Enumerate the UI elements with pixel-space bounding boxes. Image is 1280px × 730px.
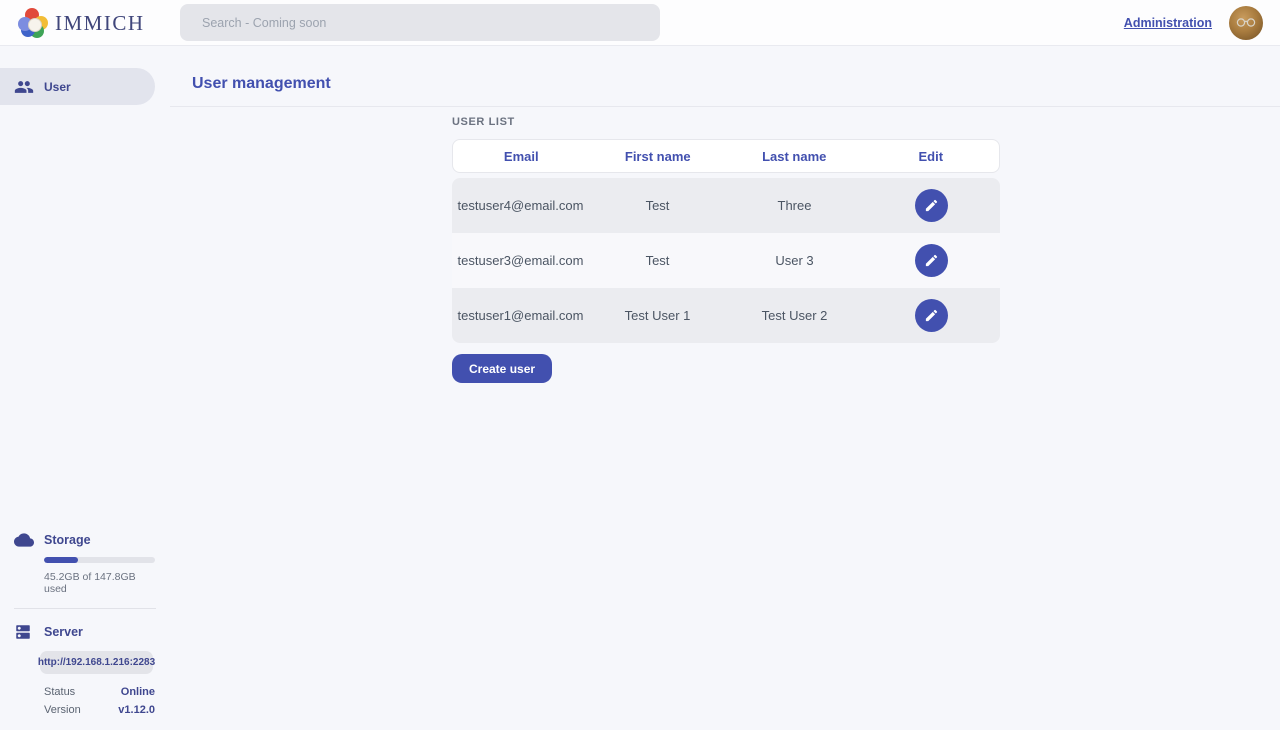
table-row: testuser4@email.com Test Three <box>452 178 1000 233</box>
col-header-edit: Edit <box>863 149 1000 164</box>
server-icon <box>14 622 34 642</box>
app-header: IMMICH Administration <box>0 0 1280 46</box>
immich-logo-icon <box>18 8 48 38</box>
search-input[interactable] <box>180 4 660 41</box>
table-header-row: Email First name Last name Edit <box>452 139 1000 173</box>
sidebar-status-panel: Storage 45.2GB of 147.8GB used Server ht… <box>0 530 170 716</box>
storage-title: Storage <box>44 533 91 547</box>
cell-last-name: Three <box>726 198 863 213</box>
immich-app: IMMICH Administration User <box>0 0 1280 730</box>
user-table: Email First name Last name Edit testuser… <box>452 139 1000 343</box>
pencil-icon <box>924 198 939 213</box>
server-title: Server <box>44 625 83 639</box>
status-value: Online <box>121 686 155 698</box>
user-avatar[interactable] <box>1229 6 1263 40</box>
brand-title: IMMICH <box>55 11 145 36</box>
pencil-icon <box>924 253 939 268</box>
table-body: testuser4@email.com Test Three t <box>452 178 1000 343</box>
cell-last-name: User 3 <box>726 253 863 268</box>
col-header-last-name: Last name <box>726 149 863 164</box>
header-right: Administration <box>1124 0 1263 46</box>
cell-first-name: Test User 1 <box>589 308 726 323</box>
col-header-email: Email <box>453 149 590 164</box>
cell-last-name: Test User 2 <box>726 308 863 323</box>
table-row: testuser1@email.com Test User 1 Test Use… <box>452 288 1000 343</box>
administration-link[interactable]: Administration <box>1124 16 1212 30</box>
edit-user-button[interactable] <box>915 189 948 222</box>
server-url-badge: http://192.168.1.216:2283 <box>40 651 153 674</box>
glasses-icon <box>1236 18 1256 27</box>
users-group-icon <box>14 76 36 98</box>
edit-user-button[interactable] <box>915 244 948 277</box>
storage-progress-fill <box>44 557 78 563</box>
sidebar: User Storage 45.2GB of 147.8GB used <box>0 46 170 730</box>
server-version-row: Version v1.12.0 <box>44 704 155 716</box>
cell-first-name: Test <box>589 198 726 213</box>
version-value: v1.12.0 <box>118 704 155 716</box>
storage-usage-text: 45.2GB of 147.8GB used <box>44 571 155 595</box>
pencil-icon <box>924 308 939 323</box>
col-header-first-name: First name <box>590 149 727 164</box>
sidebar-item-user[interactable]: User <box>0 68 155 105</box>
user-list-label: USER LIST <box>452 116 1000 128</box>
title-divider <box>170 106 1280 107</box>
storage-progress-bar <box>44 557 155 563</box>
storage-header: Storage <box>14 530 170 550</box>
user-list-section: USER LIST Email First name Last name Edi… <box>452 116 1000 383</box>
sidebar-item-user-label: User <box>44 80 71 94</box>
create-user-button[interactable]: Create user <box>452 354 552 383</box>
table-row: testuser3@email.com Test User 3 <box>452 233 1000 288</box>
server-header: Server <box>14 622 170 642</box>
server-status-row: Status Online <box>44 686 155 698</box>
edit-user-button[interactable] <box>915 299 948 332</box>
brand: IMMICH <box>18 7 145 39</box>
version-label: Version <box>44 704 81 716</box>
cell-email: testuser4@email.com <box>452 198 589 213</box>
cell-first-name: Test <box>589 253 726 268</box>
cloud-icon <box>14 530 34 550</box>
cell-email: testuser3@email.com <box>452 253 589 268</box>
sidebar-divider <box>14 608 156 609</box>
main-content: User management USER LIST Email First na… <box>170 46 1280 730</box>
search-bar[interactable] <box>180 4 660 41</box>
page-title: User management <box>192 75 331 93</box>
cell-email: testuser1@email.com <box>452 308 589 323</box>
status-label: Status <box>44 686 75 698</box>
